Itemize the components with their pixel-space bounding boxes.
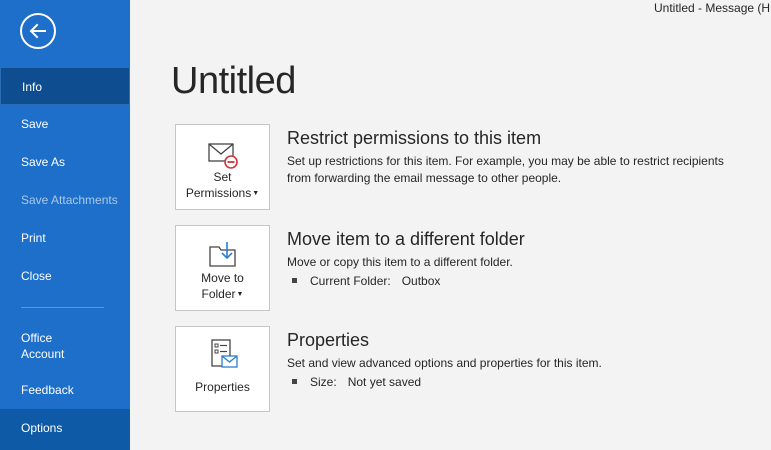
sidebar-item-label: Info: [22, 80, 43, 94]
section-desc-move: Move or copy this item to a different fo…: [287, 255, 513, 269]
sidebar-item-save-attachments: Save Attachments: [0, 181, 130, 219]
section-title-move: Move item to a different folder: [287, 229, 525, 249]
sidebar-item-label: Save As: [21, 155, 66, 169]
set-permissions-label-line1: Set: [213, 170, 232, 184]
backstage-sidebar: Info Save Save As Save Attachments Print…: [0, 0, 130, 450]
window-title: Untitled - Message (H: [654, 1, 771, 15]
size-label: Size:: [310, 375, 337, 389]
section-desc-properties: Set and view advanced options and proper…: [287, 356, 602, 370]
sidebar-item-info[interactable]: Info: [0, 67, 130, 105]
sidebar-item-options[interactable]: Options: [0, 409, 130, 450]
sidebar-item-feedback[interactable]: Feedback: [0, 371, 130, 409]
bullet-icon: [292, 379, 297, 385]
bullet-icon: [292, 278, 297, 284]
sidebar-item-label: Print: [21, 231, 46, 245]
set-permissions-label-line2: Permissions▼: [185, 186, 260, 200]
sidebar-item-label: Options: [21, 421, 63, 435]
section-title-properties: Properties: [287, 330, 370, 350]
sidebar-item-save-as[interactable]: Save As: [0, 143, 130, 181]
move-to-folder-label-line2: Folder▼: [201, 287, 244, 301]
set-permissions-button[interactable]: Set Permissions▼: [175, 124, 270, 210]
sidebar-item-label: Save: [21, 117, 49, 131]
sidebar-item-label-line2: Account: [21, 347, 65, 361]
section-desc-restrict: Set up restrictions for this item. For e…: [287, 154, 724, 185]
properties-label: Properties: [195, 380, 250, 394]
size-value: Not yet saved: [347, 375, 422, 389]
sidebar-item-label-line1: Office: [21, 331, 53, 345]
sidebar-item-print[interactable]: Print: [0, 219, 130, 257]
properties-icon: [211, 339, 238, 368]
back-button[interactable]: [20, 13, 56, 49]
current-folder-label: Current Folder:: [310, 274, 391, 288]
sidebar-item-label: Save Attachments: [21, 193, 118, 207]
size-info: Size: Not yet saved: [292, 375, 421, 389]
envelope-restrict-icon: [208, 143, 238, 169]
sidebar-item-save[interactable]: Save: [0, 105, 130, 143]
current-folder-value: Outbox: [401, 274, 441, 288]
move-to-folder-button[interactable]: Move to Folder▼: [175, 225, 270, 311]
current-folder-info: Current Folder: Outbox: [292, 274, 440, 288]
sidebar-item-label: Feedback: [21, 383, 74, 397]
page-title: Untitled: [171, 60, 296, 102]
chevron-down-icon: ▼: [236, 290, 244, 298]
sidebar-divider: [21, 307, 104, 308]
folder-move-icon: [209, 242, 236, 267]
sidebar-item-close[interactable]: Close: [0, 257, 130, 295]
sidebar-item-office-account[interactable]: Office Account: [0, 327, 130, 365]
back-arrow-icon: [29, 23, 46, 39]
properties-button[interactable]: Properties: [175, 326, 270, 412]
move-to-folder-label-line1: Move to: [201, 271, 244, 285]
sidebar-item-label: Close: [21, 269, 52, 283]
section-title-restrict: Restrict permissions to this item: [287, 128, 542, 148]
chevron-down-icon: ▼: [252, 189, 260, 197]
